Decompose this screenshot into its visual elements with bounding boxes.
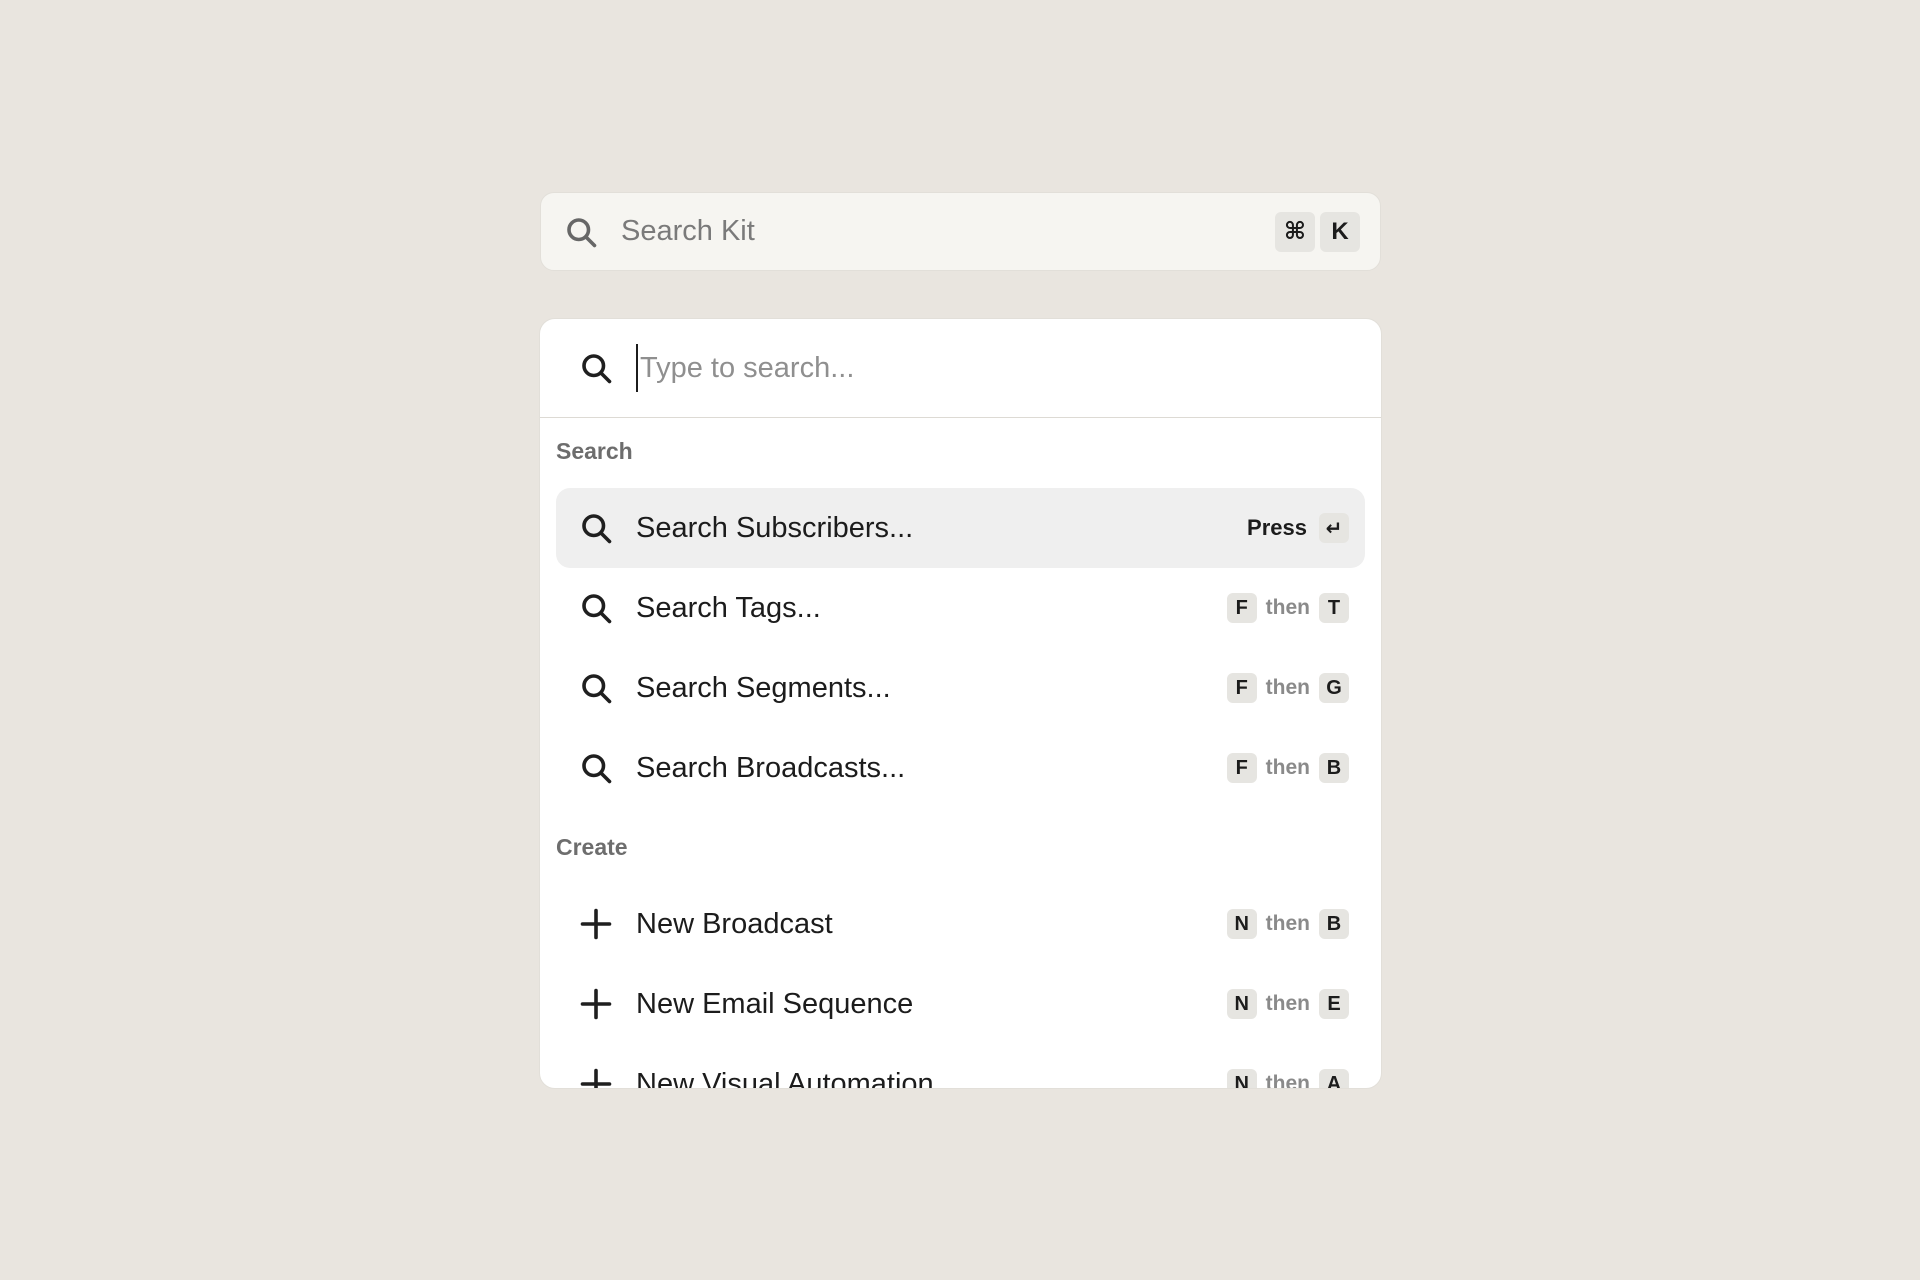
shortcut-key-second: G bbox=[1319, 673, 1349, 703]
plus-icon bbox=[580, 1068, 612, 1088]
command-key: ⌘ bbox=[1275, 211, 1315, 252]
command-search-subscribers[interactable]: Search Subscribers... Press ↵ bbox=[556, 488, 1365, 568]
shortcut-key-second: T bbox=[1319, 593, 1349, 623]
shortcut-then: then bbox=[1265, 992, 1310, 1015]
command-new-broadcast[interactable]: New Broadcast N then B bbox=[556, 884, 1365, 964]
enter-key: ↵ bbox=[1319, 513, 1349, 543]
command-label: New Broadcast bbox=[636, 907, 833, 940]
command-label: Search Tags... bbox=[636, 591, 821, 624]
command-label: Search Segments... bbox=[636, 671, 891, 704]
shortcut-hint: F then B bbox=[1226, 753, 1349, 783]
command-new-email-sequence[interactable]: New Email Sequence N then E bbox=[556, 964, 1365, 1044]
shortcut-key-second: A bbox=[1319, 1069, 1349, 1088]
shortcut-key-first: N bbox=[1226, 1069, 1257, 1088]
shortcut-key-first: F bbox=[1226, 593, 1257, 623]
text-caret bbox=[636, 344, 638, 392]
shortcut-then: then bbox=[1265, 596, 1310, 619]
k-key: K bbox=[1320, 211, 1360, 252]
shortcut-then: then bbox=[1265, 1072, 1310, 1089]
palette-search-bar bbox=[540, 319, 1381, 418]
search-icon bbox=[582, 594, 612, 624]
shortcut-hint: N then B bbox=[1226, 909, 1349, 939]
command-palette: Search Search Subscribers... Press ↵ Sea… bbox=[539, 318, 1382, 1089]
command-label: Search Broadcasts... bbox=[636, 751, 906, 784]
shortcut-hint: Press ↵ bbox=[1247, 513, 1349, 543]
command-new-visual-automation[interactable]: New Visual Automation N then A bbox=[556, 1044, 1365, 1089]
shortcut-key-first: F bbox=[1226, 673, 1257, 703]
search-icon bbox=[582, 754, 612, 784]
plus-icon bbox=[580, 908, 612, 940]
search-icon bbox=[582, 354, 612, 384]
shortcut-hint: F then G bbox=[1226, 673, 1349, 703]
shortcut-then: then bbox=[1265, 912, 1310, 935]
press-label: Press bbox=[1247, 515, 1307, 540]
search-kit-placeholder: Search Kit bbox=[621, 215, 755, 247]
command-search-segments[interactable]: Search Segments... F then G bbox=[556, 648, 1365, 728]
shortcut-hint: F then T bbox=[1226, 593, 1349, 623]
group-label-search: Search bbox=[556, 437, 633, 464]
command-label: Search Subscribers... bbox=[636, 511, 914, 544]
search-icon bbox=[567, 217, 597, 247]
shortcut-hint: N then E bbox=[1226, 989, 1349, 1019]
shortcut-key-second: B bbox=[1319, 753, 1349, 783]
shortcut-key-first: N bbox=[1226, 909, 1257, 939]
command-list: Search Search Subscribers... Press ↵ Sea… bbox=[540, 432, 1381, 1089]
command-search-broadcasts[interactable]: Search Broadcasts... F then B bbox=[556, 728, 1365, 808]
stage: Search Kit ⌘ K Search Search Subscribers… bbox=[0, 0, 1920, 1280]
command-label: New Email Sequence bbox=[636, 987, 914, 1020]
command-label: New Visual Automation bbox=[636, 1067, 934, 1089]
shortcut-key-first: F bbox=[1226, 753, 1257, 783]
search-icon bbox=[582, 674, 612, 704]
search-icon bbox=[582, 514, 612, 544]
shortcut-key-second: E bbox=[1319, 989, 1349, 1019]
shortcut-hint: N then A bbox=[1226, 1069, 1349, 1089]
shortcut-key-first: N bbox=[1226, 989, 1257, 1019]
command-search-tags[interactable]: Search Tags... F then T bbox=[556, 568, 1365, 648]
shortcut-then: then bbox=[1265, 676, 1310, 699]
search-kit-trigger[interactable]: Search Kit ⌘ K bbox=[540, 192, 1381, 271]
shortcut-key-second: B bbox=[1319, 909, 1349, 939]
plus-icon bbox=[580, 988, 612, 1020]
palette-search-input[interactable] bbox=[640, 351, 1280, 385]
group-label-create: Create bbox=[556, 833, 628, 860]
shortcut-then: then bbox=[1265, 756, 1310, 779]
